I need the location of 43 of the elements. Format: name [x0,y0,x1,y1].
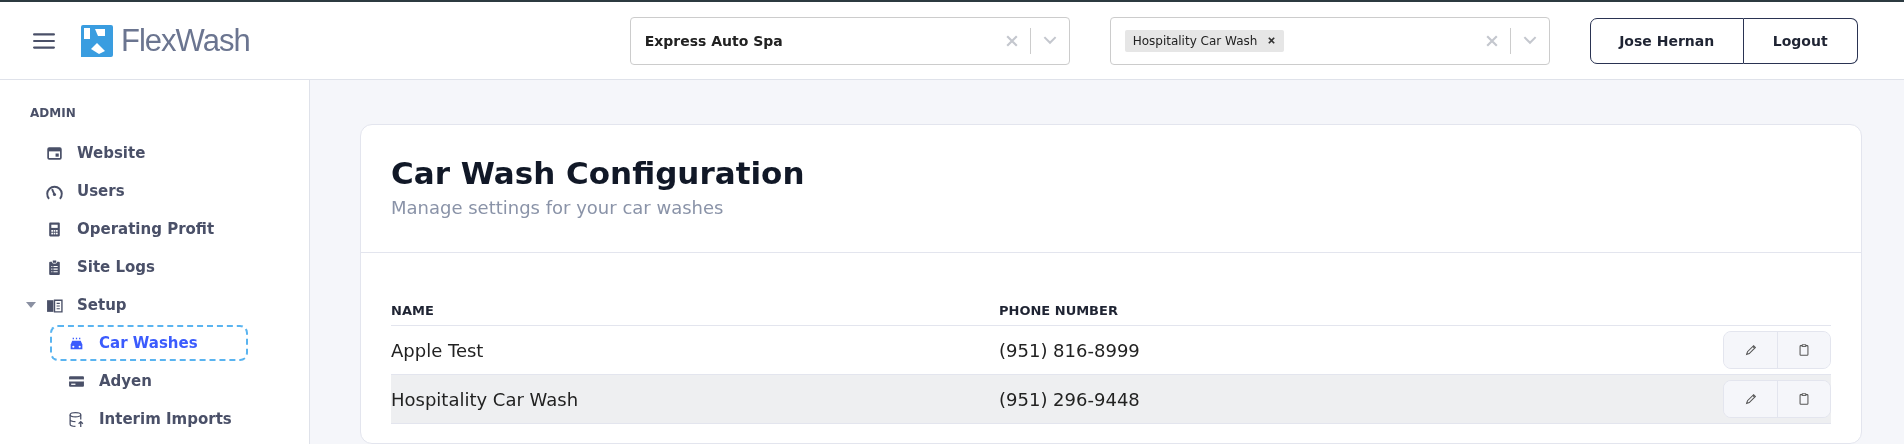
logo-icon [81,24,113,57]
clipboard-icon [46,258,63,276]
menu-icon[interactable] [33,31,55,50]
section-heading: ADMIN [30,106,77,120]
table-cell-text: (951) 296-9448 [999,388,1141,410]
sidebar-item[interactable]: Site Logs [44,249,170,285]
sidebar-item[interactable]: Car Washes [50,325,248,361]
brand-name: FlexWash [121,22,250,59]
database-icon [68,410,85,428]
sidebar-item[interactable]: Operating Profit [44,211,229,247]
clipboard-icon [1797,343,1811,357]
column-header: PHONE NUMBER [999,302,1119,318]
chevron-down-icon[interactable] [1522,36,1537,45]
user-button[interactable]: Jose Hernan [1589,17,1744,64]
copy-button[interactable] [1777,332,1830,368]
page-title: Car Wash Configuration [391,155,806,191]
pencil-icon [1743,392,1758,406]
table-row[interactable]: Hospitality Car Wash (951) 296-9448 [391,375,1831,424]
site-select[interactable]: Express Auto Spa [629,16,1070,65]
table-cell-text: Apple Test [391,339,485,361]
clipboard-icon [1797,392,1811,406]
pencil-icon [1743,343,1758,357]
sidebar-item[interactable]: Website [44,135,160,171]
chevron-down-icon[interactable] [1042,36,1057,45]
table-cell-text: Hospitality Car Wash [391,388,580,410]
copy-button[interactable] [1777,381,1830,417]
clear-icon[interactable] [1485,34,1498,47]
window-icon [46,144,63,162]
clear-icon[interactable] [1005,34,1018,47]
sidebar-item[interactable]: Setup [44,287,141,323]
sidebar-item[interactable]: Users [44,173,139,209]
table-cell-text: (951) 816-8999 [999,339,1141,361]
column-header: NAME [391,302,435,318]
calculator-icon [46,220,63,238]
selected-tag: Hospitality Car Wash [1124,29,1285,52]
car-wash-select[interactable]: Hospitality Car Wash [1109,16,1550,65]
caret-icon[interactable] [26,302,36,308]
book-icon [46,296,63,314]
page-subtitle: Manage settings for your car washes [391,197,725,218]
logout-button[interactable]: Logout [1743,17,1858,64]
sidebar-item[interactable]: Adyen [50,363,248,399]
sidebar-item[interactable]: Interim Imports [50,401,248,437]
remove-icon[interactable] [1267,36,1277,45]
